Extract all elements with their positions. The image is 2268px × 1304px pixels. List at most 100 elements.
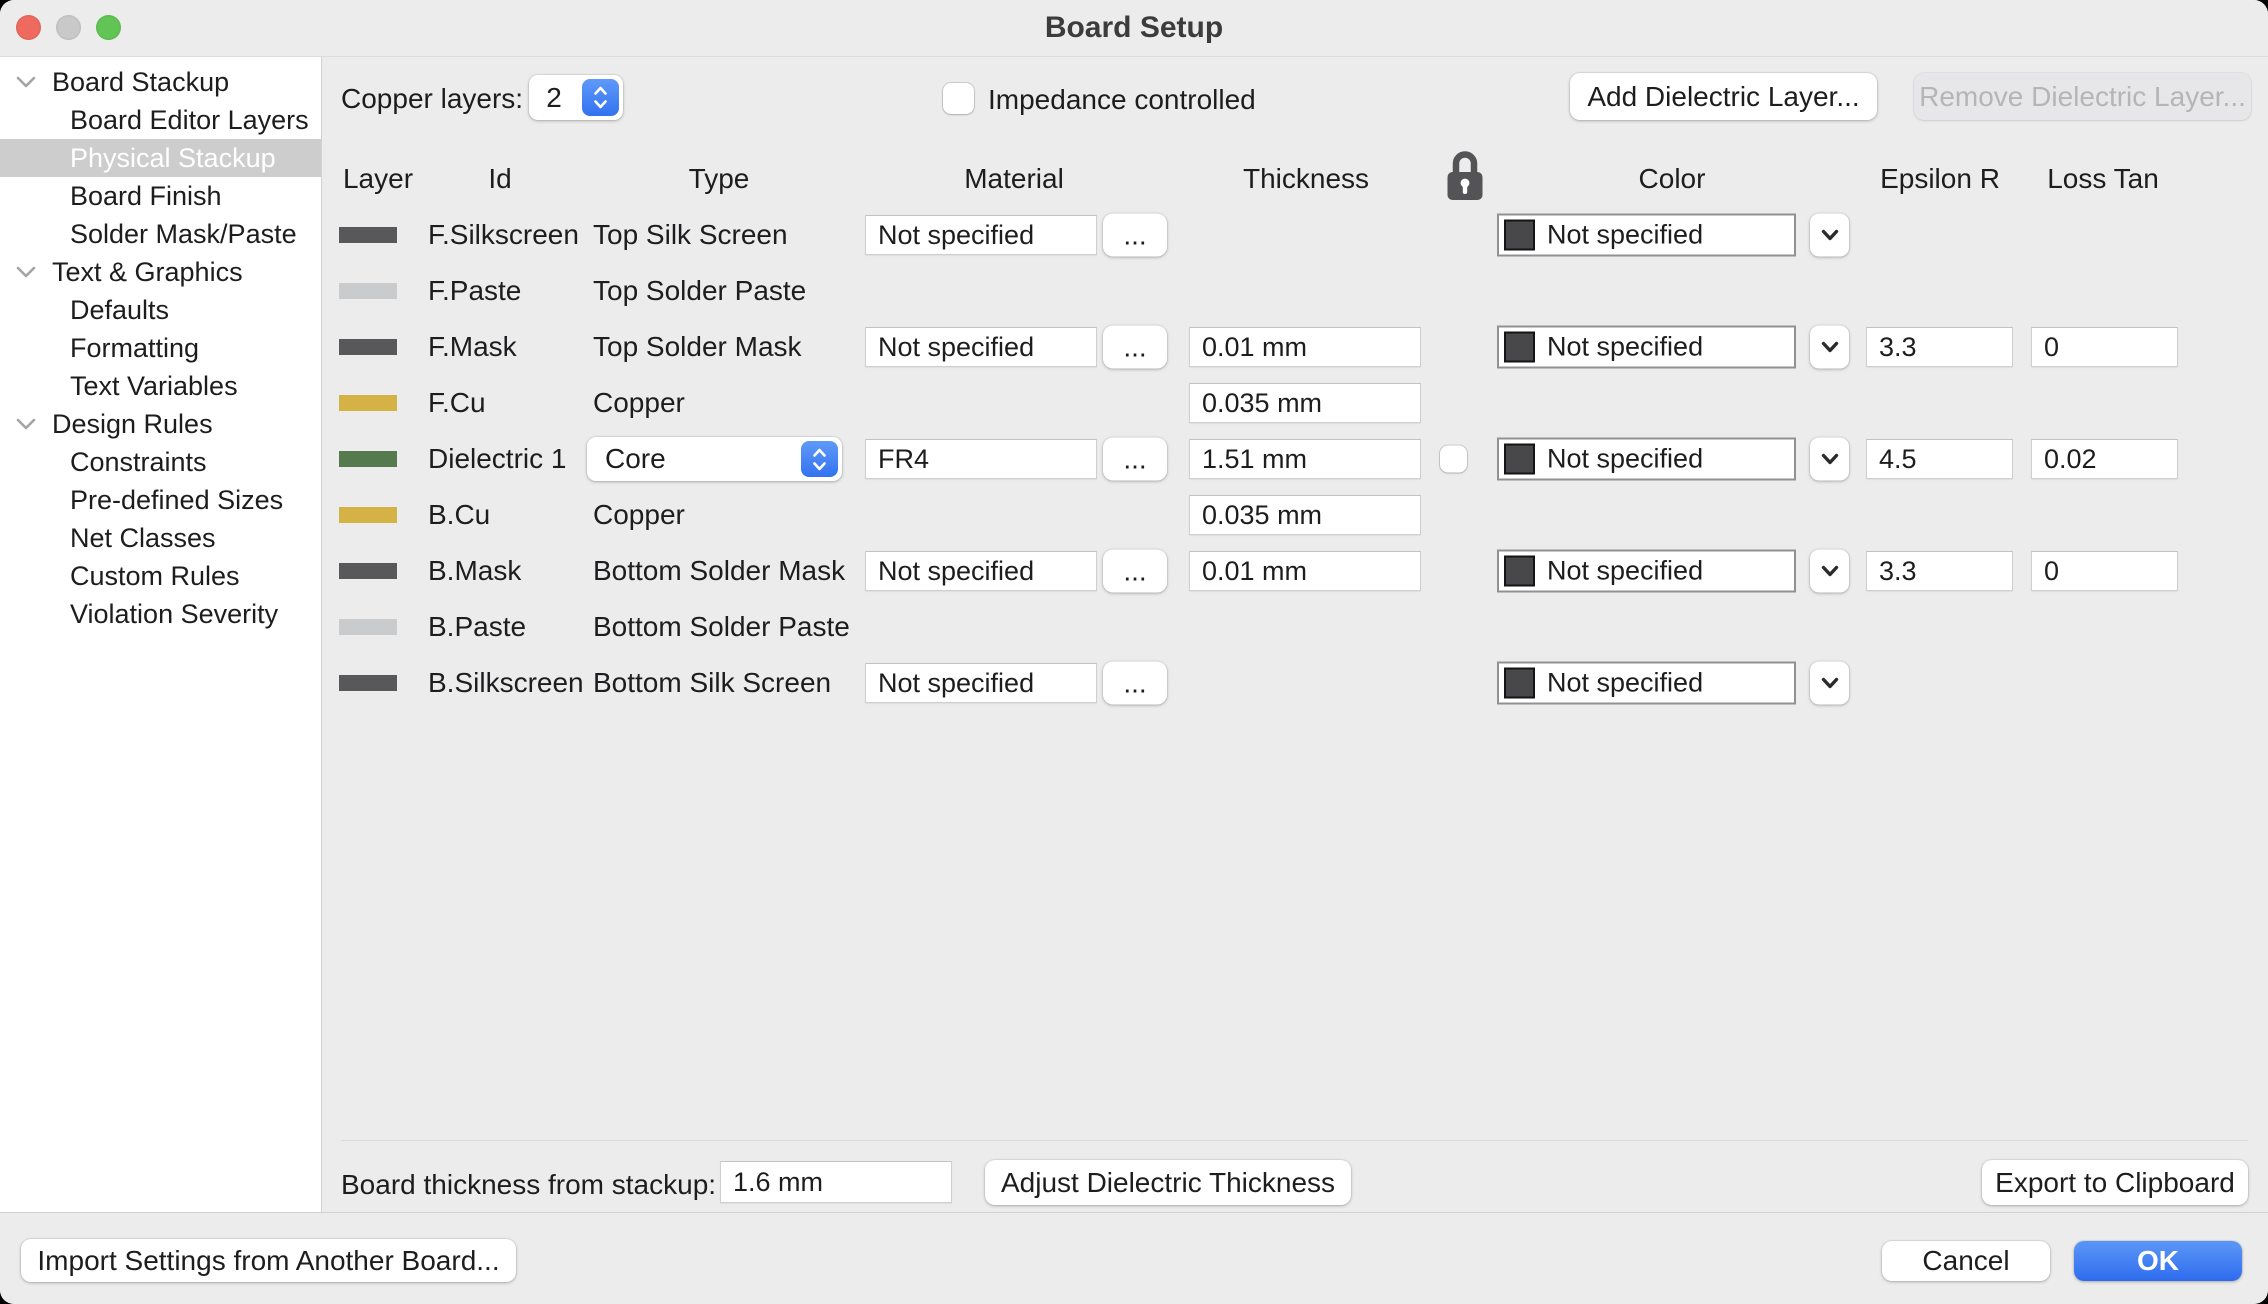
epsilon-r-input[interactable] xyxy=(1866,439,2013,479)
color-combo[interactable]: Not specified xyxy=(1497,213,1796,257)
chevron-down-icon[interactable] xyxy=(15,75,37,89)
layer-type-select[interactable]: Core xyxy=(587,437,842,481)
sidebar-item-board-finish[interactable]: Board Finish xyxy=(0,177,321,215)
layer-id-label: B.Paste xyxy=(428,611,527,642)
layer-id-label: B.Mask xyxy=(428,555,522,586)
epsilon-r-input[interactable] xyxy=(1866,327,2013,367)
import-settings-button[interactable]: Import Settings from Another Board... xyxy=(21,1239,516,1282)
material-input[interactable] xyxy=(865,327,1097,367)
dialog-title: Board Setup xyxy=(1044,11,1224,44)
material-browse-button[interactable]: ... xyxy=(1103,325,1167,369)
sidebar-item-label: Violation Severity xyxy=(70,598,279,629)
cancel-button[interactable]: Cancel xyxy=(1882,1241,2050,1281)
material-input[interactable] xyxy=(865,215,1097,255)
settings-nav-tree: Board Stackup Board Editor Layers Physical… xyxy=(0,57,322,1213)
layer-color-swatch xyxy=(339,619,397,635)
sidebar-item-text-graphics[interactable]: Text & Graphics xyxy=(0,253,321,291)
loss-tan-input[interactable] xyxy=(2031,327,2178,367)
material-browse-button[interactable]: ... xyxy=(1103,437,1167,481)
thickness-input[interactable] xyxy=(1189,439,1421,479)
thickness-input[interactable] xyxy=(1189,495,1421,535)
layer-color-swatch xyxy=(339,227,397,243)
sidebar-item-pre-defined-sizes[interactable]: Pre-defined Sizes xyxy=(0,481,321,519)
adjust-dielectric-thickness-button[interactable]: Adjust Dielectric Thickness xyxy=(985,1160,1351,1205)
sidebar-item-net-classes[interactable]: Net Classes xyxy=(0,519,321,557)
layer-color-swatch xyxy=(339,675,397,691)
updown-stepper-icon[interactable] xyxy=(582,79,619,116)
color-dropdown-button[interactable] xyxy=(1810,549,1849,593)
material-input[interactable] xyxy=(865,439,1097,479)
thickness-input[interactable] xyxy=(1189,327,1421,367)
layer-type-label: Top Silk Screen xyxy=(593,219,788,250)
table-row: B.Mask Bottom Solder Mask... Not specified xyxy=(322,543,2268,599)
sidebar-item-constraints[interactable]: Constraints xyxy=(0,443,321,481)
layer-type-label: Bottom Silk Screen xyxy=(593,667,832,698)
board-thickness-label: Board thickness from stackup: xyxy=(341,1169,717,1200)
sidebar-item-label: Defaults xyxy=(70,294,170,325)
layer-type-value: Core xyxy=(605,443,666,474)
sidebar-item-label: Constraints xyxy=(70,446,207,477)
color-dropdown-button[interactable] xyxy=(1810,437,1849,481)
add-dielectric-layer-button[interactable]: Add Dielectric Layer... xyxy=(1570,73,1877,120)
epsilon-r-input[interactable] xyxy=(1866,551,2013,591)
thickness-lock-checkbox[interactable] xyxy=(1440,445,1467,473)
sidebar-item-label: Solder Mask/Paste xyxy=(70,218,297,249)
sidebar-item-design-rules[interactable]: Design Rules xyxy=(0,405,321,443)
sidebar-item-label: Pre-defined Sizes xyxy=(70,484,284,515)
color-combo[interactable]: Not specified xyxy=(1497,549,1796,593)
sidebar-item-solder-mask-paste[interactable]: Solder Mask/Paste xyxy=(0,215,321,253)
board-thickness-input[interactable] xyxy=(720,1161,952,1203)
impedance-controlled-checkbox[interactable] xyxy=(943,83,974,114)
zoom-window-button[interactable] xyxy=(96,15,121,40)
color-dropdown-button[interactable] xyxy=(1810,213,1849,257)
material-browse-button[interactable]: ... xyxy=(1103,549,1167,593)
chevron-down-icon[interactable] xyxy=(15,265,37,279)
header-material: Material xyxy=(964,163,1064,194)
sidebar-item-violation-severity[interactable]: Violation Severity xyxy=(0,595,321,633)
thickness-input[interactable] xyxy=(1189,551,1421,591)
material-input[interactable] xyxy=(865,663,1097,703)
layer-color-swatch xyxy=(339,451,397,467)
sidebar-item-formatting[interactable]: Formatting xyxy=(0,329,321,367)
loss-tan-input[interactable] xyxy=(2031,439,2178,479)
sidebar-item-custom-rules[interactable]: Custom Rules xyxy=(0,557,321,595)
loss-tan-input[interactable] xyxy=(2031,551,2178,591)
chevron-down-icon[interactable] xyxy=(15,417,37,431)
color-value-label: Not specified xyxy=(1547,555,1704,586)
layer-type-label: Copper xyxy=(593,499,685,530)
sidebar-item-board-editor-layers[interactable]: Board Editor Layers xyxy=(0,101,321,139)
color-combo[interactable]: Not specified xyxy=(1497,437,1796,481)
sidebar-item-text-variables[interactable]: Text Variables xyxy=(0,367,321,405)
dialog-action-bar: Import Settings from Another Board... Ca… xyxy=(0,1212,2268,1304)
sidebar-item-physical-stackup[interactable]: Physical Stackup xyxy=(0,139,321,177)
layer-id-label: F.Mask xyxy=(428,331,517,362)
sidebar-item-defaults[interactable]: Defaults xyxy=(0,291,321,329)
layer-color-swatch xyxy=(339,283,397,299)
header-type: Type xyxy=(688,163,750,194)
export-to-clipboard-button[interactable]: Export to Clipboard xyxy=(1982,1160,2248,1205)
close-window-button[interactable] xyxy=(16,15,41,40)
sidebar-item-label: Board Editor Layers xyxy=(70,104,309,135)
layer-id-label: F.Paste xyxy=(428,275,522,306)
copper-layers-value: 2 xyxy=(546,81,562,113)
thickness-input[interactable] xyxy=(1189,383,1421,423)
sidebar-item-label: Text Variables xyxy=(70,370,238,401)
sidebar-item-label: Custom Rules xyxy=(70,560,240,591)
sidebar-item-board-stackup[interactable]: Board Stackup xyxy=(0,63,321,101)
ok-button[interactable]: OK xyxy=(2074,1241,2242,1281)
material-input[interactable] xyxy=(865,551,1097,591)
copper-layers-select[interactable]: 2 xyxy=(529,75,623,120)
color-dropdown-button[interactable] xyxy=(1810,325,1849,369)
sidebar-item-label: Formatting xyxy=(70,332,200,363)
table-row: F.Cu Copper xyxy=(322,375,2268,431)
color-swatch xyxy=(1504,443,1535,475)
layer-id-label: F.Cu xyxy=(428,387,486,418)
color-combo[interactable]: Not specified xyxy=(1497,661,1796,705)
color-combo[interactable]: Not specified xyxy=(1497,325,1796,369)
color-dropdown-button[interactable] xyxy=(1810,661,1849,705)
material-browse-button[interactable]: ... xyxy=(1103,661,1167,705)
color-value-label: Not specified xyxy=(1547,667,1704,698)
updown-stepper-icon[interactable] xyxy=(801,441,838,477)
material-browse-button[interactable]: ... xyxy=(1103,213,1167,257)
sidebar-item-label: Physical Stackup xyxy=(70,142,276,173)
